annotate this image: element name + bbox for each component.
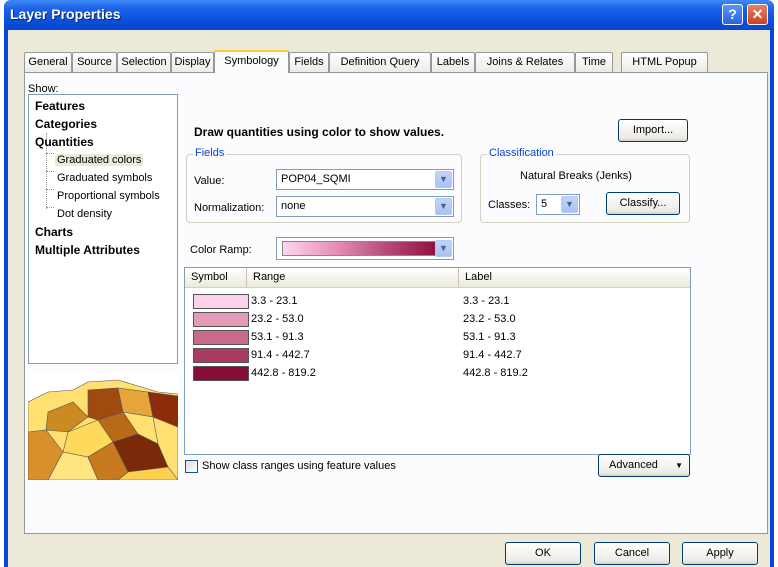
africa-map-thumbnail: [28, 372, 178, 480]
symbol-swatch[interactable]: [193, 294, 249, 309]
help-icon[interactable]: ?: [722, 4, 743, 25]
value-field-select[interactable]: POP04_SQMI ▼: [276, 169, 454, 190]
tree-connector: [46, 207, 54, 208]
label-cell[interactable]: 3.3 - 23.1: [463, 295, 509, 307]
chevron-down-icon[interactable]: ▼: [435, 198, 452, 215]
tree-item-charts[interactable]: Charts: [35, 225, 73, 239]
label-cell[interactable]: 53.1 - 91.3: [463, 331, 516, 343]
tab-general[interactable]: General: [24, 52, 72, 72]
symbol-swatch[interactable]: [193, 348, 249, 363]
tab-labels[interactable]: Labels: [431, 52, 475, 72]
show-class-ranges-checkbox[interactable]: [185, 460, 198, 473]
tree-connector: [46, 153, 54, 154]
symbol-swatch[interactable]: [193, 312, 249, 327]
table-row[interactable]: 3.3 - 23.1 3.3 - 23.1: [185, 293, 690, 310]
column-header-label[interactable]: Label: [459, 268, 690, 287]
range-cell[interactable]: 23.2 - 53.0: [251, 313, 304, 325]
table-row[interactable]: 442.8 - 819.2 442.8 - 819.2: [185, 365, 690, 382]
apply-button[interactable]: Apply: [682, 542, 758, 565]
chevron-down-icon[interactable]: ▼: [435, 240, 452, 257]
range-cell[interactable]: 91.4 - 442.7: [251, 349, 310, 361]
layer-properties-window: Layer Properties ? ✕ General Source Sele…: [4, 0, 774, 567]
color-ramp-preview: [282, 241, 440, 256]
value-label: Value:: [194, 175, 225, 187]
tree-item-quantities[interactable]: Quantities: [35, 135, 94, 149]
tab-time[interactable]: Time: [575, 52, 613, 72]
tab-definition-query[interactable]: Definition Query: [329, 52, 431, 72]
tree-item-graduated-colors[interactable]: Graduated colors: [55, 154, 144, 166]
ok-button[interactable]: OK: [505, 542, 581, 565]
classes-select[interactable]: 5 ▼: [536, 194, 580, 215]
table-row[interactable]: 91.4 - 442.7 91.4 - 442.7: [185, 347, 690, 364]
close-icon[interactable]: ✕: [747, 4, 768, 25]
column-header-range[interactable]: Range: [247, 268, 459, 287]
classes-value: 5: [541, 198, 548, 210]
tab-selection[interactable]: Selection: [117, 52, 171, 72]
normalization-label: Normalization:: [194, 202, 265, 214]
dialog-client: General Source Selection Display Symbolo…: [8, 30, 770, 567]
tree-item-dot-density[interactable]: Dot density: [57, 208, 112, 220]
advanced-button[interactable]: Advanced ▼: [598, 454, 690, 477]
show-class-ranges-label[interactable]: Show class ranges using feature values: [202, 460, 396, 472]
renderer-tree: Features Categories Quantities Graduated…: [28, 94, 178, 364]
classification-method: Natural Breaks (Jenks): [520, 170, 632, 182]
tab-fields[interactable]: Fields: [289, 52, 329, 72]
symbol-swatch[interactable]: [193, 366, 249, 381]
label-cell[interactable]: 442.8 - 819.2: [463, 367, 528, 379]
tab-joins-relates[interactable]: Joins & Relates: [475, 52, 575, 72]
tree-item-categories[interactable]: Categories: [35, 117, 97, 131]
tree-connector: [46, 171, 54, 172]
range-cell[interactable]: 3.3 - 23.1: [251, 295, 297, 307]
dropdown-arrow-icon: ▼: [675, 461, 683, 470]
table-header: Symbol Range Label: [185, 268, 690, 288]
table-row[interactable]: 53.1 - 91.3 53.1 - 91.3: [185, 329, 690, 346]
chevron-down-icon[interactable]: ▼: [561, 196, 578, 213]
column-header-symbol[interactable]: Symbol: [185, 268, 247, 287]
tab-display[interactable]: Display: [171, 52, 214, 72]
value-field-text: POP04_SQMI: [281, 173, 351, 185]
range-cell[interactable]: 442.8 - 819.2: [251, 367, 316, 379]
classification-group-title: Classification: [487, 147, 556, 159]
normalization-text: none: [281, 200, 306, 212]
classify-button[interactable]: Classify...: [606, 192, 680, 215]
tree-item-features[interactable]: Features: [35, 99, 85, 113]
normalization-select[interactable]: none ▼: [276, 196, 454, 217]
import-button[interactable]: Import...: [618, 119, 688, 142]
fields-group-title: Fields: [193, 147, 227, 159]
label-cell[interactable]: 91.4 - 442.7: [463, 349, 522, 361]
tab-source[interactable]: Source: [72, 52, 117, 72]
label-cell[interactable]: 23.2 - 53.0: [463, 313, 516, 325]
color-ramp-select[interactable]: ▼: [276, 237, 454, 260]
advanced-button-label: Advanced: [609, 459, 658, 471]
window-title: Layer Properties: [10, 6, 121, 22]
symbol-swatch[interactable]: [193, 330, 249, 345]
symbol-class-table: Symbol Range Label 3.3 - 23.1 3.3 - 23.1…: [184, 267, 691, 455]
cancel-button[interactable]: Cancel: [594, 542, 670, 565]
table-row[interactable]: 23.2 - 53.0 23.2 - 53.0: [185, 311, 690, 328]
title-bar[interactable]: Layer Properties ? ✕: [4, 0, 774, 30]
page-headline: Draw quantities using color to show valu…: [194, 125, 445, 139]
tree-connector: [46, 189, 54, 190]
tree-item-multiple-attributes[interactable]: Multiple Attributes: [35, 243, 140, 257]
chevron-down-icon[interactable]: ▼: [435, 171, 452, 188]
tree-item-graduated-symbols[interactable]: Graduated symbols: [57, 172, 152, 184]
tab-html-popup[interactable]: HTML Popup: [621, 52, 708, 72]
range-cell[interactable]: 53.1 - 91.3: [251, 331, 304, 343]
preview-map-image: [28, 372, 178, 480]
classes-label: Classes:: [488, 199, 531, 211]
tab-symbology[interactable]: Symbology: [214, 50, 289, 73]
color-ramp-label: Color Ramp:: [190, 244, 252, 256]
tree-item-proportional-symbols[interactable]: Proportional symbols: [57, 190, 160, 202]
